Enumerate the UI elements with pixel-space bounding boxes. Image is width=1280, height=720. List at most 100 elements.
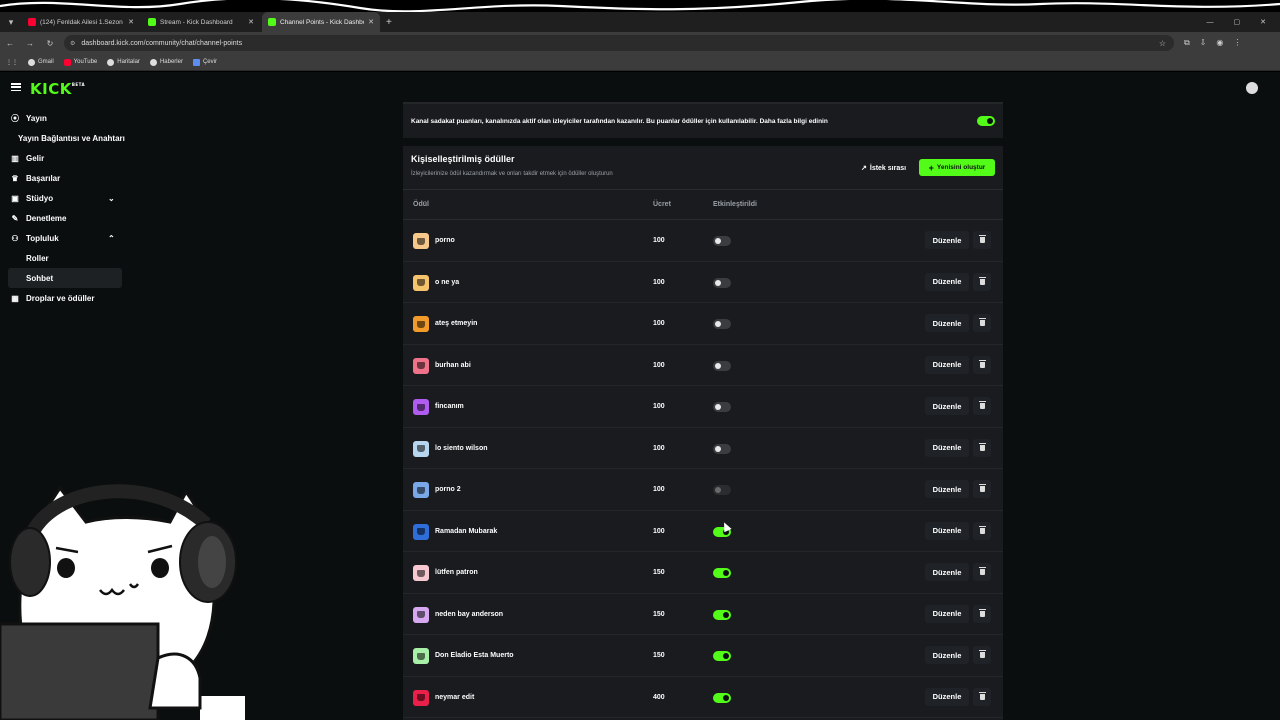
bookmark-label: Gmail [38,59,54,65]
sidebar-item-drops[interactable]: ▦ Droplar ve ödüller [0,288,130,308]
downloads-icon[interactable]: ⇩ [1200,38,1207,48]
bookmark-news[interactable]: Haberler [149,58,183,66]
trash-icon [978,442,986,451]
bookmark-youtube[interactable]: YouTube [63,58,98,66]
browser-tab-youtube[interactable]: (124) Fenldak Ailesi 1.Sezon - 6 ✕ [22,12,140,32]
delete-reward-button[interactable] [973,480,991,498]
extensions-icon[interactable]: ⧉ [1184,38,1190,48]
delete-reward-button[interactable] [973,272,991,291]
reload-icon[interactable]: ↻ [40,39,60,48]
bookmark-translate[interactable]: Çevir [192,58,217,66]
edit-reward-button[interactable]: Düzenle [925,480,969,498]
request-queue-button[interactable]: ↗ İstek sırası [861,160,906,176]
delete-reward-button[interactable] [973,438,991,457]
sidebar-item-studio[interactable]: ▣ Stüdyo ⌄ [0,188,130,208]
sidebar-item-achievements[interactable]: ♛ Başarılar [0,168,130,188]
reward-cost: 100 [653,527,665,535]
maximize-icon[interactable]: ▢ [1234,18,1241,26]
reward-enabled-toggle[interactable] [713,319,731,329]
reward-row: burhan abi 100 Düzenle [403,345,1003,386]
edit-reward-button[interactable]: Düzenle [925,314,969,332]
delete-reward-button[interactable] [973,355,991,374]
reward-enabled-toggle[interactable] [713,609,731,620]
reward-enabled-toggle[interactable] [713,360,731,371]
sidebar-item-stream[interactable]: ⦿ Yayın [0,108,130,128]
column-cost: Ücret [653,201,671,208]
reward-enabled-toggle[interactable] [713,402,731,412]
rewards-title: Kişiselleştirilmiş ödüller [411,154,515,164]
plus-icon: + [928,162,934,173]
browser-tabbar: ▾ (124) Fenldak Ailesi 1.Sezon - 6 ✕ Str… [0,12,1280,32]
edit-reward-button[interactable]: Düzenle [925,355,969,374]
bookmark-gmail[interactable]: Gmail [28,58,54,66]
sidebar-item-roles[interactable]: Roller [0,248,130,268]
menu-icon[interactable]: ⋮ [1233,38,1241,48]
browser-tab-channel-points[interactable]: Channel Points - Kick Dashboar ✕ [262,12,380,32]
edit-reward-button[interactable]: Düzenle [925,438,969,457]
bookmark-label: Haberler [159,59,183,65]
reward-enabled-toggle[interactable] [713,485,731,495]
delete-reward-button[interactable] [973,604,991,623]
bookmark-maps[interactable]: Haritalar [107,58,140,66]
user-avatar[interactable] [1244,80,1260,96]
close-icon[interactable]: ✕ [248,18,254,26]
delete-reward-button[interactable] [973,231,991,249]
url-field[interactable]: ⚙ dashboard.kick.com/community/chat/chan… [64,35,1174,51]
delete-reward-button[interactable] [973,563,991,581]
back-icon[interactable]: ← [0,39,20,48]
edit-reward-button[interactable]: Düzenle [925,231,969,249]
apps-icon[interactable]: ⋮⋮ [6,59,18,66]
edit-reward-button[interactable]: Düzenle [925,397,969,415]
profile-icon[interactable]: ◉ [1216,38,1223,48]
chevron-down-icon[interactable]: ⌄ [108,194,115,203]
close-icon[interactable]: ✕ [128,18,134,26]
delete-reward-button[interactable] [973,521,991,540]
reward-enabled-toggle[interactable] [713,692,731,703]
edit-reward-button[interactable]: Düzenle [925,272,969,291]
reward-name: porno 2 [435,486,461,493]
forward-icon[interactable]: → [20,39,40,48]
edit-reward-button[interactable]: Düzenle [925,604,969,623]
delete-reward-button[interactable] [973,646,991,664]
edit-reward-button[interactable]: Düzenle [925,687,969,706]
bookmark-star-icon[interactable]: ☆ [1159,39,1166,48]
reward-row: lütfen patron 150 Düzenle [403,552,1003,594]
reward-enabled-toggle[interactable] [713,236,731,246]
reward-name: Don Eladio Esta Muerto [435,652,514,659]
sidebar-item-revenue[interactable]: ▥ Gelir [0,148,130,168]
window-controls: — ▢ ✕ [1207,12,1267,32]
sidebar-item-chat[interactable]: Sohbet [8,268,122,288]
close-window-icon[interactable]: ✕ [1260,18,1266,26]
kick-logo[interactable]: KICKBETA [30,80,85,98]
create-reward-button[interactable]: + Yenisini oluştur [919,159,995,176]
channel-points-toggle[interactable] [977,116,995,126]
tab-search-icon[interactable]: ▾ [0,12,22,32]
reward-name: lo siento wilson [435,444,488,452]
browser-tab-stream[interactable]: Stream - Kick Dashboard ✕ [142,12,260,32]
sidebar-item-label: Yayın Bağlantısı ve Anahtarı [18,133,125,143]
close-icon[interactable]: ✕ [368,18,374,26]
edit-reward-button[interactable]: Düzenle [925,521,969,540]
delete-reward-button[interactable] [973,687,991,706]
reward-enabled-toggle[interactable] [713,568,731,578]
chevron-up-icon[interactable]: ⌃ [108,234,115,243]
reward-enabled-toggle[interactable] [713,651,731,661]
sidebar-item-moderation[interactable]: ✎ Denetleme [0,208,130,228]
new-tab-button[interactable]: + [386,17,392,28]
reward-cost: 100 [653,278,665,286]
reward-enabled-toggle[interactable] [713,443,731,454]
trophy-icon: ♛ [11,173,19,183]
edit-reward-button[interactable]: Düzenle [925,646,969,664]
edit-reward-button[interactable]: Düzenle [925,563,969,581]
sidebar-item-stream-key[interactable]: Yayın Bağlantısı ve Anahtarı [0,128,130,148]
minimize-icon[interactable]: — [1207,19,1214,26]
bookmark-label: YouTube [73,59,98,65]
reward-name: porno [435,237,455,244]
reward-enabled-toggle[interactable] [713,277,731,288]
site-info-icon[interactable]: ⚙ [70,40,75,47]
trash-icon [978,650,986,658]
delete-reward-button[interactable] [973,397,991,415]
sidebar-item-community[interactable]: ⚇ Topluluk ⌃ [0,228,130,248]
delete-reward-button[interactable] [973,314,991,332]
hamburger-menu-icon[interactable] [11,83,21,91]
